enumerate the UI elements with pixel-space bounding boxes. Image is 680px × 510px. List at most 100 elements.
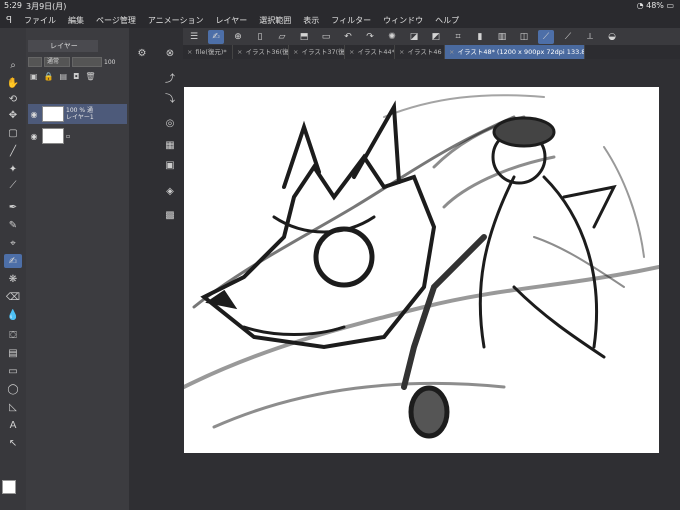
close-icon[interactable]: × [349,48,354,56]
pencil-icon[interactable]: ✎ [4,218,22,232]
tab-illust44[interactable]: × イラスト44* [345,45,395,59]
folder-icon[interactable]: ▤ [60,72,68,84]
rect-select-icon[interactable]: ▢ [4,126,22,140]
layer-property-icon[interactable]: ▩ [163,208,177,222]
lock-icon[interactable]: 🔒 [44,72,54,84]
tab-label: イラスト37(復 [301,48,345,56]
menu-file[interactable]: ファイル [18,15,62,26]
lasso-icon[interactable]: ◯ [4,382,22,396]
eyedropper-icon[interactable]: ⟋ [4,178,22,192]
eraser-icon[interactable]: ⌫ [4,290,22,304]
status-time: 5:29 [4,1,22,10]
open-icon[interactable]: ▱ [274,30,290,44]
stabilizer-icon[interactable]: ⟋ [560,30,576,44]
eye-icon[interactable]: ◉ [28,132,40,141]
status-bar: 5:29 3月9日(月) ◔ 48% ▭ [0,0,680,12]
layer-row-1[interactable]: ◉ 100 % 通 レイヤー1 [28,104,127,124]
text-icon[interactable]: A [4,418,22,432]
sub-tool-icon[interactable]: ⊕ [230,30,246,44]
layer-panel-tab[interactable]: レイヤー [28,40,98,52]
snap-icon[interactable]: ▮ [472,30,488,44]
property-icon[interactable]: ▣ [163,158,177,172]
companion-icon[interactable]: ◒ [604,30,620,44]
menu-edit[interactable]: 編集 [62,15,90,26]
gradient-icon[interactable]: ▤ [4,346,22,360]
tab-label: イラスト44* [357,48,395,56]
crop-icon[interactable]: ⌗ [450,30,466,44]
move-icon[interactable]: ✥ [4,108,22,122]
tab-illust46[interactable]: × イラスト46 [395,45,445,59]
menu-selection[interactable]: 選択範囲 [253,15,297,26]
menu-view[interactable]: 表示 [297,15,325,26]
guide-icon[interactable]: ◫ [516,30,532,44]
layer-move-icon[interactable]: ⤴ [163,70,177,85]
menu-page[interactable]: ページ管理 [90,15,142,26]
menu-animation[interactable]: アニメーション [142,15,210,26]
undo-icon[interactable]: ↶ [340,30,356,44]
navigator-icon[interactable]: ◎ [163,116,177,130]
menu-help[interactable]: ヘルプ [429,15,465,26]
blend-icon[interactable]: 💧 [4,308,22,322]
eye-icon[interactable]: ◉ [28,110,40,119]
save-icon[interactable]: ⬒ [296,30,312,44]
drawing-canvas[interactable] [184,87,659,453]
new-file-icon[interactable]: ▯ [252,30,268,44]
ruler-icon[interactable]: ▥ [494,30,510,44]
line-mode-icon[interactable]: ⟂ [582,30,598,44]
pen-pressure-icon[interactable]: ⟋ [538,29,554,44]
fill-selection-icon[interactable]: ◪ [406,30,422,44]
zoom-icon[interactable]: ⌕ [4,58,22,72]
line-icon[interactable]: ╱ [4,144,22,158]
delete-icon[interactable]: 🗑 [85,72,95,84]
brush-icon[interactable]: ✍ [4,254,22,268]
menu-filter[interactable]: フィルター [325,15,377,26]
layer-thumbnail [42,106,64,122]
layer-settings-icon[interactable]: ⚙ [135,46,149,60]
export-icon[interactable]: ▭ [318,30,334,44]
close-icon[interactable]: ⊗ [163,46,177,60]
menu-layer[interactable]: レイヤー [210,15,254,26]
close-icon[interactable]: × [293,48,298,56]
clear-icon[interactable]: ✺ [384,30,400,44]
status-date: 3月9日(月) [26,2,67,11]
tab-illust37[interactable]: × イラスト37(復 [289,45,345,59]
close-icon[interactable]: × [449,48,454,56]
paper-layer-icon: ▫ [66,132,71,140]
mask-icon[interactable]: ◘ [73,72,79,84]
close-icon[interactable]: × [187,48,192,56]
tab-illust36[interactable]: × イラスト36(復 [233,45,289,59]
layer-transform-icon[interactable]: ⤵ [163,90,177,105]
main-color-chip[interactable] [2,480,16,494]
menu-window[interactable]: ウィンドウ [377,15,429,26]
decoration-icon[interactable]: ❋ [4,272,22,286]
pen-icon[interactable]: ✒ [4,200,22,214]
material-icon[interactable]: ▦ [163,138,177,152]
fill-icon[interactable]: ⛋ [4,328,22,342]
new-layer-icon[interactable]: ▣ [30,72,38,84]
magic-wand-icon[interactable]: ✦ [4,162,22,176]
tab-label: イラスト48* (1200 x 900px 72dpi 133.8%) [457,48,585,56]
app-logo-icon[interactable]: ꟼ [0,15,18,26]
invert-icon[interactable]: ◩ [428,30,444,44]
rotate-icon[interactable]: ⟲ [4,92,22,106]
layer-color-box[interactable] [28,57,42,67]
opacity-slider[interactable] [72,57,102,67]
tab-illust48[interactable]: × イラスト48* (1200 x 900px 72dpi 133.8%) [445,45,585,59]
opacity-value[interactable]: 100 [104,59,115,66]
close-icon[interactable]: × [237,48,242,56]
redo-icon[interactable]: ↷ [362,30,378,44]
operation-icon[interactable]: ↖ [4,436,22,450]
frame-icon[interactable]: ◺ [4,400,22,414]
status-right: ◔ 48% ▭ [637,1,674,10]
close-icon[interactable]: × [399,48,404,56]
blend-mode-select[interactable]: 通常 [44,57,70,67]
brush-size-icon[interactable]: ✍ [208,29,224,44]
airbrush-icon[interactable]: ⌖ [4,236,22,250]
sub-view-icon[interactable]: ◈ [163,184,177,198]
menu-icon[interactable]: ☰ [186,30,202,44]
tab-file[interactable]: × file(復元)* [183,45,233,59]
layer-row-paper[interactable]: ◉ ▫ [28,126,127,146]
figure-icon[interactable]: ▭ [4,364,22,378]
hand-icon[interactable]: ✋ [4,76,22,90]
battery-icon: ▭ [666,1,674,10]
